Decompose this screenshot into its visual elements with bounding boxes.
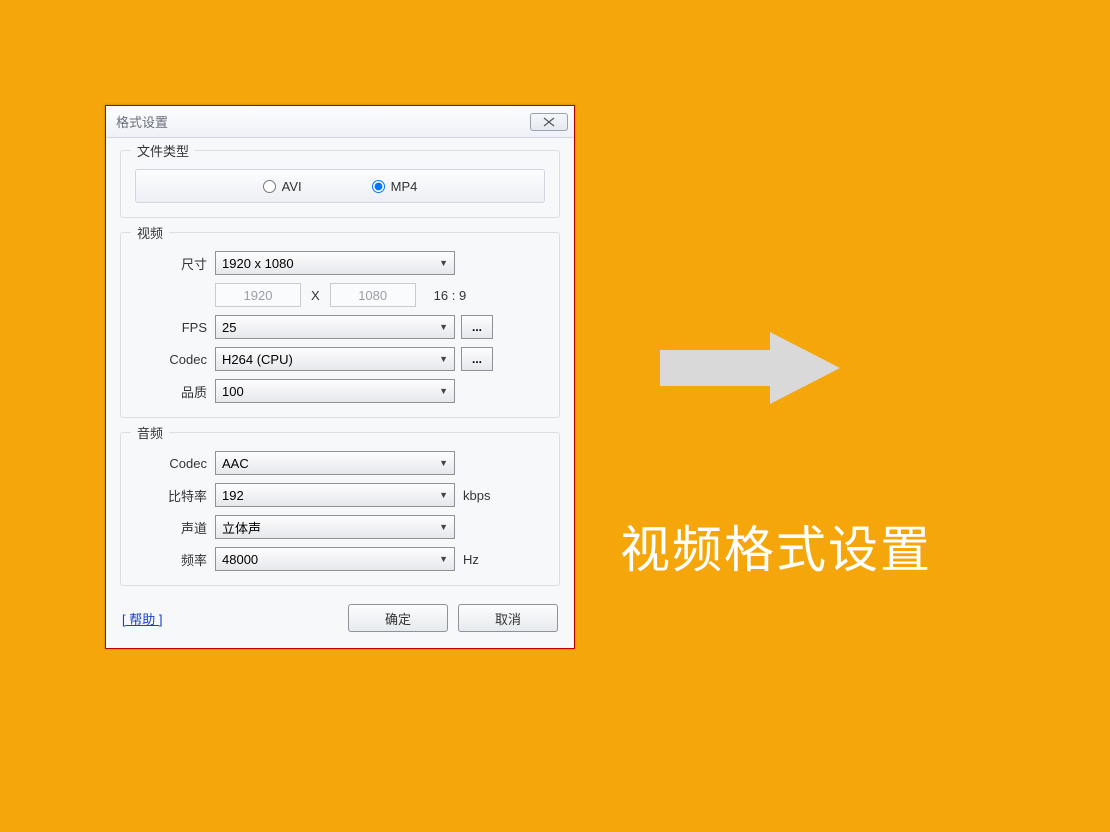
width-input[interactable] — [215, 283, 301, 307]
radio-mp4-label: MP4 — [391, 179, 418, 194]
file-type-label: 文件类型 — [131, 141, 195, 160]
freq-combo[interactable]: 48000 — [215, 547, 455, 571]
file-type-group: 文件类型 AVI MP4 — [120, 150, 560, 218]
bitrate-unit: kbps — [463, 488, 490, 503]
channel-row: 声道 立体声 — [135, 515, 545, 539]
close-button[interactable] — [530, 113, 568, 131]
audio-group-label: 音频 — [131, 423, 169, 442]
audio-codec-row: Codec AAC — [135, 451, 545, 475]
file-type-row: AVI MP4 — [135, 169, 545, 203]
radio-avi-input[interactable] — [263, 180, 276, 193]
radio-mp4-input[interactable] — [372, 180, 385, 193]
bitrate-label: 比特率 — [135, 486, 215, 505]
bitrate-row: 比特率 192 kbps — [135, 483, 545, 507]
dialog-title: 格式设置 — [116, 112, 530, 131]
page-caption: 视频格式设置 — [620, 510, 932, 582]
quality-label: 品质 — [135, 382, 215, 401]
radio-avi-label: AVI — [282, 179, 302, 194]
codec-more-button[interactable]: ... — [461, 347, 493, 371]
dialog-body: 文件类型 AVI MP4 视频 尺寸 1920 x 1080 — [106, 138, 574, 648]
audio-codec-combo[interactable]: AAC — [215, 451, 455, 475]
close-icon — [542, 117, 556, 127]
height-input[interactable] — [330, 283, 416, 307]
quality-row: 品质 100 — [135, 379, 545, 403]
quality-combo[interactable]: 100 — [215, 379, 455, 403]
aspect-ratio: 16 : 9 — [434, 288, 467, 303]
fps-combo[interactable]: 25 — [215, 315, 455, 339]
arrow-icon — [660, 332, 840, 404]
video-group: 视频 尺寸 1920 x 1080 X 16 : 9 FPS 25 ... Co… — [120, 232, 560, 418]
fps-more-button[interactable]: ... — [461, 315, 493, 339]
video-group-label: 视频 — [131, 223, 169, 242]
cancel-button[interactable]: 取消 — [458, 604, 558, 632]
channel-label: 声道 — [135, 518, 215, 537]
audio-group: 音频 Codec AAC 比特率 192 kbps 声道 立体声 频率 4800… — [120, 432, 560, 586]
bitrate-combo[interactable]: 192 — [215, 483, 455, 507]
size-label: 尺寸 — [135, 254, 215, 273]
titlebar: 格式设置 — [106, 106, 574, 138]
freq-label: 频率 — [135, 550, 215, 569]
audio-codec-label: Codec — [135, 456, 215, 471]
video-codec-label: Codec — [135, 352, 215, 367]
radio-mp4[interactable]: MP4 — [372, 179, 418, 194]
help-link[interactable]: [ 帮助 ] — [122, 609, 162, 628]
ok-button[interactable]: 确定 — [348, 604, 448, 632]
video-codec-combo[interactable]: H264 (CPU) — [215, 347, 455, 371]
channel-combo[interactable]: 立体声 — [215, 515, 455, 539]
video-codec-row: Codec H264 (CPU) ... — [135, 347, 545, 371]
format-settings-dialog: 格式设置 文件类型 AVI MP4 视频 尺寸 — [105, 105, 575, 649]
dimensions-row: X 16 : 9 — [135, 283, 545, 307]
fps-label: FPS — [135, 320, 215, 335]
size-row: 尺寸 1920 x 1080 — [135, 251, 545, 275]
dialog-footer: [ 帮助 ] 确定 取消 — [120, 600, 560, 634]
x-separator: X — [311, 288, 320, 303]
freq-row: 频率 48000 Hz — [135, 547, 545, 571]
freq-unit: Hz — [463, 552, 479, 567]
fps-row: FPS 25 ... — [135, 315, 545, 339]
radio-avi[interactable]: AVI — [263, 179, 302, 194]
size-combo[interactable]: 1920 x 1080 — [215, 251, 455, 275]
